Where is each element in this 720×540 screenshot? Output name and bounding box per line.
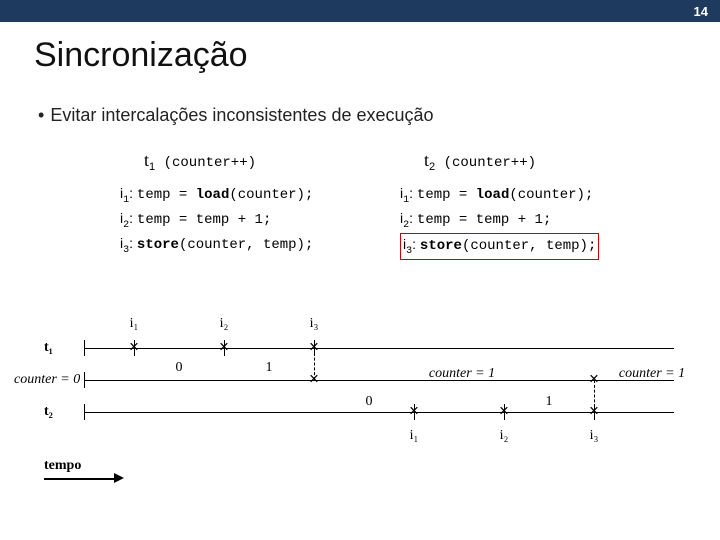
code-line: i1: temp = load(counter); <box>120 183 380 208</box>
label-t2: t₂ <box>44 404 53 420</box>
x-mark: × <box>409 400 419 421</box>
time-arrow <box>44 478 114 480</box>
timeline-diagram: t₁ counter = 0 t₂ counter = 1 counter = … <box>44 310 680 520</box>
col-left-header: t1 (counter++) <box>120 150 380 173</box>
time-label: tempo <box>44 458 81 474</box>
t-sub: 1 <box>149 161 155 173</box>
x-mark: × <box>219 336 229 357</box>
time-arrow-head <box>114 473 124 483</box>
tick <box>84 372 85 388</box>
code-line: i1: temp = load(counter); <box>400 183 660 208</box>
x-mark: × <box>129 336 139 357</box>
t-sub: 2 <box>429 161 435 173</box>
slide-top-bar: 14 <box>0 0 720 22</box>
column-left: t1 (counter++) i1: temp = load(counter);… <box>120 150 380 260</box>
incr-text: (counter++) <box>164 155 256 171</box>
tick-label: i₁ <box>130 316 139 332</box>
col-right-header: t2 (counter++) <box>400 150 660 173</box>
tick <box>84 340 85 356</box>
slide-number: 14 <box>694 4 708 19</box>
tick-label: i₃ <box>310 316 319 332</box>
bullet-dot: • <box>38 105 44 126</box>
incr-text: (counter++) <box>444 155 536 171</box>
bullet-text: Evitar intercalações inconsistentes de e… <box>50 105 433 126</box>
x-mark: × <box>499 400 509 421</box>
code-line: i2: temp = temp + 1; <box>400 208 660 233</box>
label-counter0: counter = 0 <box>14 372 80 388</box>
axis-t2 <box>84 412 674 413</box>
code-line: i3: store(counter, temp); <box>120 233 380 258</box>
tick-label: i₃ <box>590 428 599 444</box>
x-mark: × <box>309 368 319 389</box>
code-columns: t1 (counter++) i1: temp = load(counter);… <box>0 150 720 260</box>
tick-label: i₁ <box>410 428 419 444</box>
label-t1: t₁ <box>44 340 53 356</box>
slide-title: Sincronização <box>0 22 720 105</box>
x-mark: × <box>589 368 599 389</box>
val: 1 <box>546 394 553 410</box>
column-right: t2 (counter++) i1: temp = load(counter);… <box>400 150 660 260</box>
tick <box>84 404 85 420</box>
val: 0 <box>366 394 373 410</box>
val: 1 <box>266 360 273 376</box>
tick-label: i₂ <box>220 316 229 332</box>
tick-label: i₂ <box>500 428 509 444</box>
label-counter1b: counter = 1 <box>619 366 685 382</box>
code-line: i3: store(counter, temp); <box>400 233 660 260</box>
val: 0 <box>176 360 183 376</box>
axis-t1 <box>84 348 674 349</box>
axis-counter <box>84 380 674 381</box>
label-counter1a: counter = 1 <box>429 366 495 382</box>
code-line: i2: temp = temp + 1; <box>120 208 380 233</box>
bullet-line: • Evitar intercalações inconsistentes de… <box>0 105 720 126</box>
